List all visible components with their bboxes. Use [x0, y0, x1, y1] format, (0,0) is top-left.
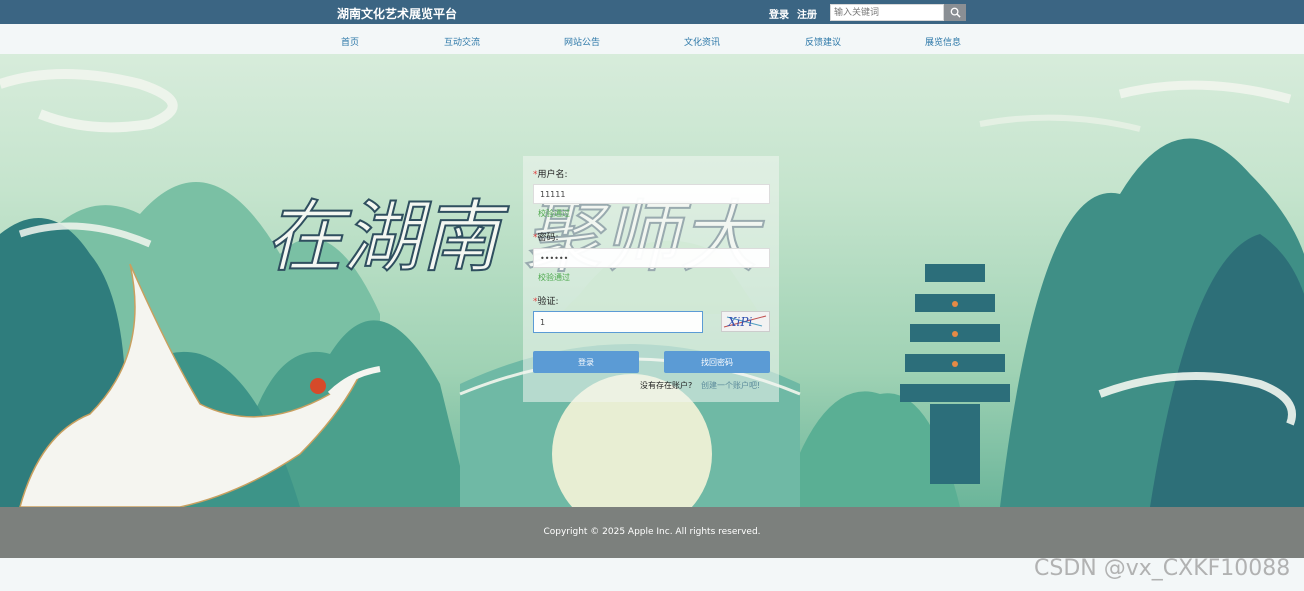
no-account-text: 没有存在账户? [640, 381, 693, 390]
username-label: *用户名: [533, 170, 568, 180]
main-nav: 首页 互动交流 网站公告 文化资讯 反馈建议 展览信息 [0, 24, 1304, 54]
username-field[interactable] [533, 184, 770, 204]
top-register-link[interactable]: 注册 [797, 6, 817, 21]
login-button[interactable]: 登录 [533, 351, 639, 373]
captcha-label: *验证: [533, 297, 559, 307]
password-label: *密码: [533, 233, 559, 243]
nav-item-feedback[interactable]: 反馈建议 [805, 35, 841, 48]
watermark: CSDN @vx_CXKF10088 [1034, 556, 1291, 581]
nav-item-exhibitions[interactable]: 展览信息 [925, 35, 961, 48]
search-icon [950, 7, 961, 18]
password-valid-message: 校验通过 [538, 273, 570, 282]
captcha-image[interactable]: XiPi [721, 311, 770, 332]
username-valid-message: 校验通过 [538, 209, 570, 218]
captcha-field[interactable] [533, 311, 703, 333]
top-bar: 湖南文化艺术展览平台 登录 注册 [0, 0, 1304, 24]
copyright-text: Copyright © 2025 Apple Inc. All rights r… [543, 527, 761, 537]
search-button[interactable] [944, 4, 966, 21]
nav-item-culture-news[interactable]: 文化资讯 [684, 35, 720, 48]
nav-item-home[interactable]: 首页 [341, 35, 359, 48]
footer: Copyright © 2025 Apple Inc. All rights r… [0, 507, 1304, 558]
nav-item-interaction[interactable]: 互动交流 [444, 35, 480, 48]
site-title[interactable]: 湖南文化艺术展览平台 [337, 5, 457, 22]
recover-password-button[interactable]: 找回密码 [664, 351, 770, 373]
captcha-picture: XiPi [723, 315, 767, 329]
nav-item-announcements[interactable]: 网站公告 [564, 35, 600, 48]
top-login-link[interactable]: 登录 [769, 6, 789, 21]
search-input[interactable] [830, 4, 944, 21]
captcha-text: XiPi [727, 315, 752, 329]
create-account-link[interactable]: 创建一个账户吧! [701, 380, 760, 391]
password-field[interactable] [533, 248, 770, 268]
